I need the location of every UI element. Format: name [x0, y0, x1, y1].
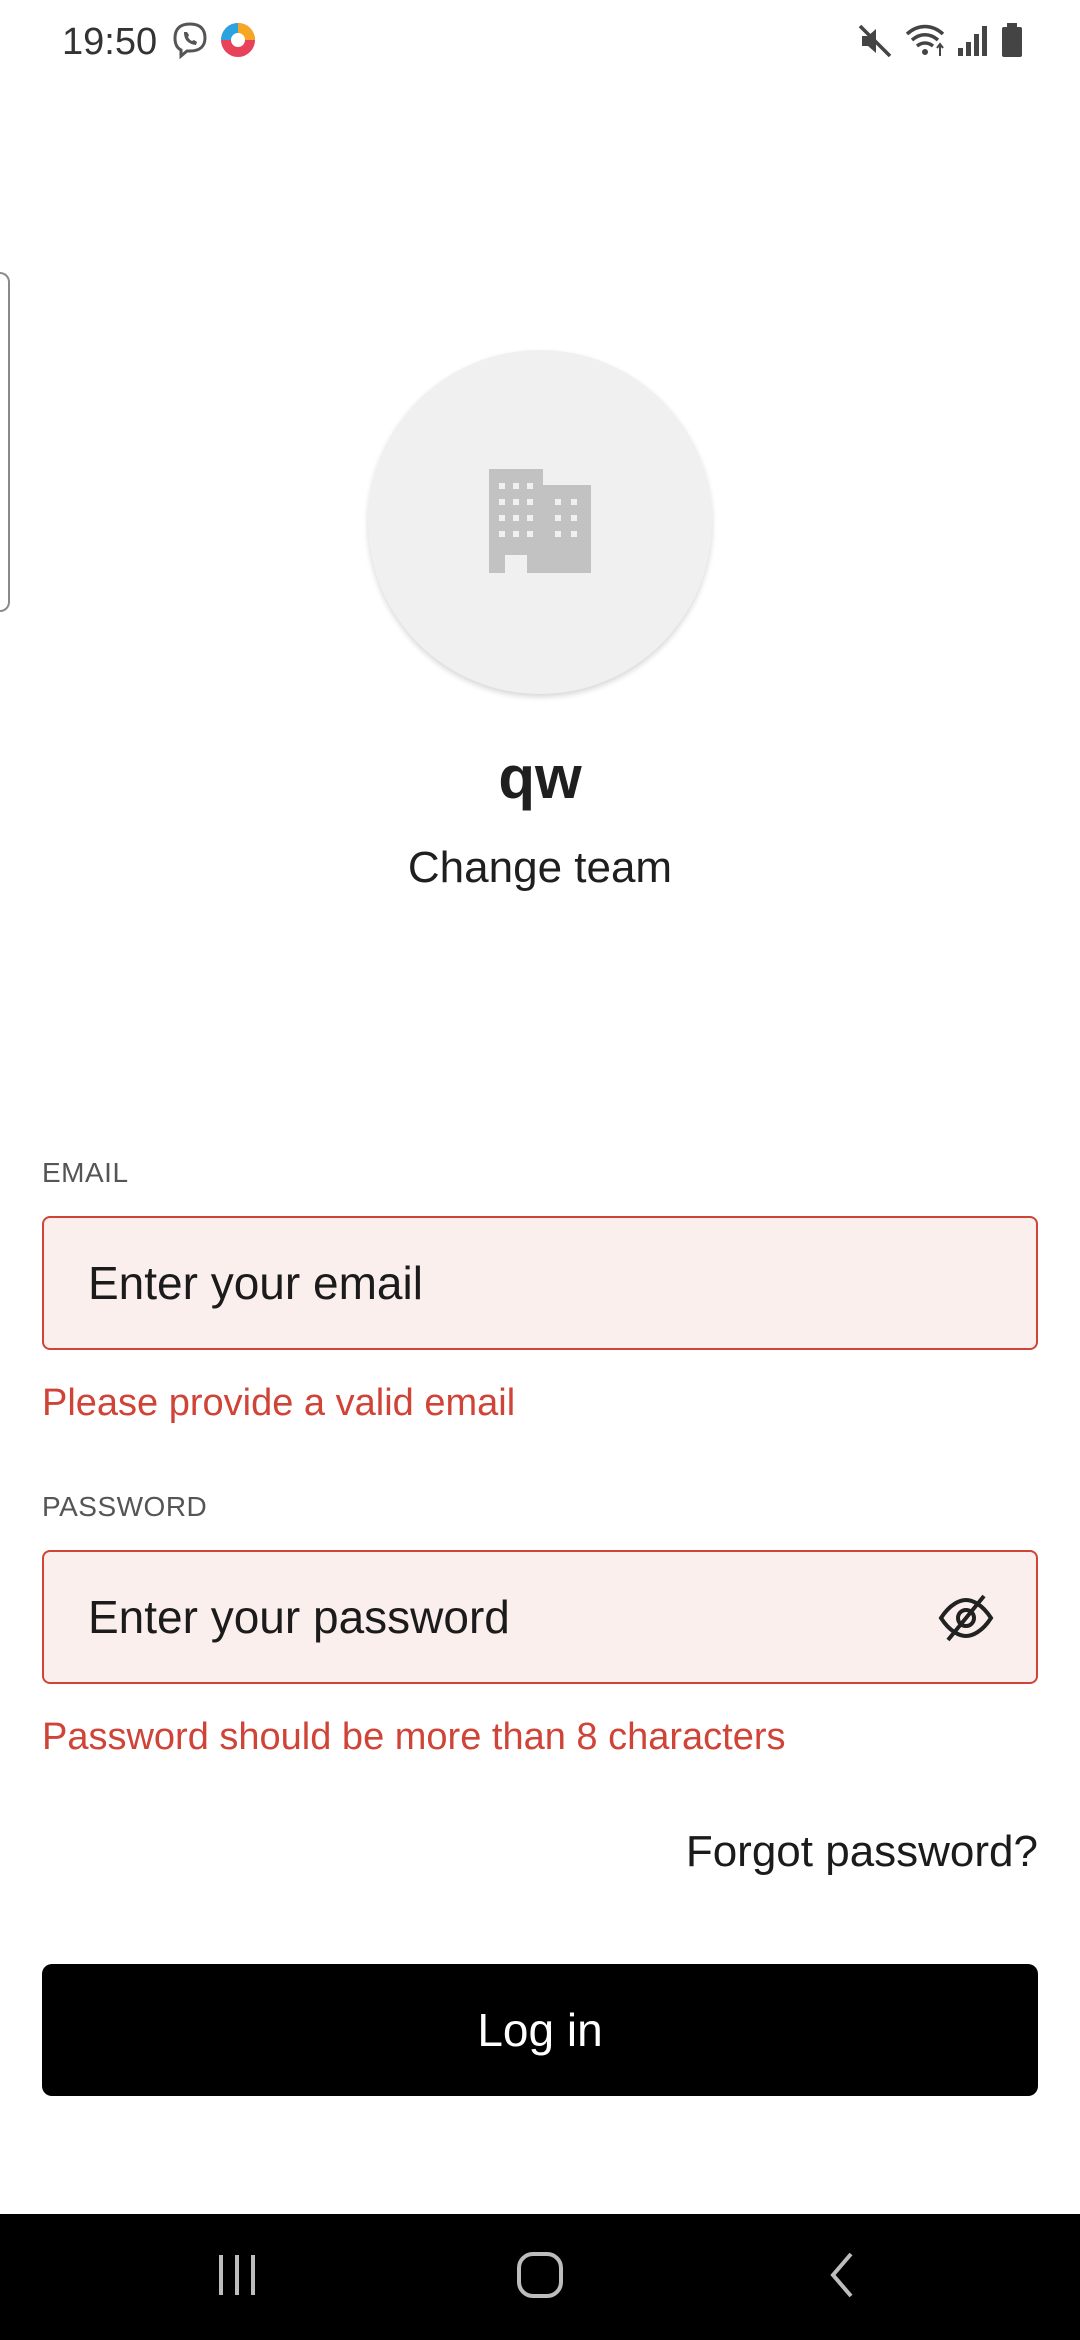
- status-right-icons: [856, 22, 1024, 65]
- back-button[interactable]: [742, 2214, 942, 2340]
- home-button[interactable]: [440, 2214, 640, 2340]
- edge-panel-handle[interactable]: [0, 272, 10, 612]
- recent-apps-icon: [215, 2253, 261, 2302]
- status-left-icons: [170, 20, 258, 65]
- building-icon: [487, 467, 593, 578]
- email-field[interactable]: [88, 1218, 908, 1347]
- email-error: Please provide a valid email: [42, 1382, 516, 1424]
- team-avatar: [368, 350, 712, 694]
- eye-off-icon[interactable]: [938, 1592, 994, 1644]
- email-label: EMAIL: [42, 1157, 129, 1188]
- password-field-container: [42, 1550, 1038, 1684]
- password-error: Password should be more than 8 character…: [42, 1716, 786, 1758]
- home-icon: [515, 2250, 565, 2305]
- app-notification-icon: [218, 20, 258, 65]
- signal-icon: [956, 22, 990, 65]
- email-field-container: [42, 1216, 1038, 1350]
- status-time: 19:50: [62, 21, 158, 63]
- login-screen: 19:50 qw Change team EMAIL Enter your em…: [0, 0, 1080, 2340]
- forgot-password-link[interactable]: Forgot password?: [686, 1826, 1038, 1878]
- wifi-icon: [904, 22, 946, 65]
- password-label: PASSWORD: [42, 1491, 208, 1522]
- change-team-link[interactable]: Change team: [390, 840, 690, 896]
- team-name: qw: [498, 744, 582, 811]
- login-button[interactable]: Log in: [42, 1964, 1038, 2096]
- back-icon: [825, 2250, 859, 2305]
- password-field[interactable]: [88, 1552, 908, 1681]
- recent-apps-button[interactable]: [138, 2214, 338, 2340]
- status-bar: 19:50: [0, 0, 1080, 84]
- mute-icon: [856, 22, 894, 65]
- battery-icon: [1000, 22, 1024, 65]
- viber-icon: [170, 20, 210, 65]
- navigation-bar: [0, 2214, 1080, 2340]
